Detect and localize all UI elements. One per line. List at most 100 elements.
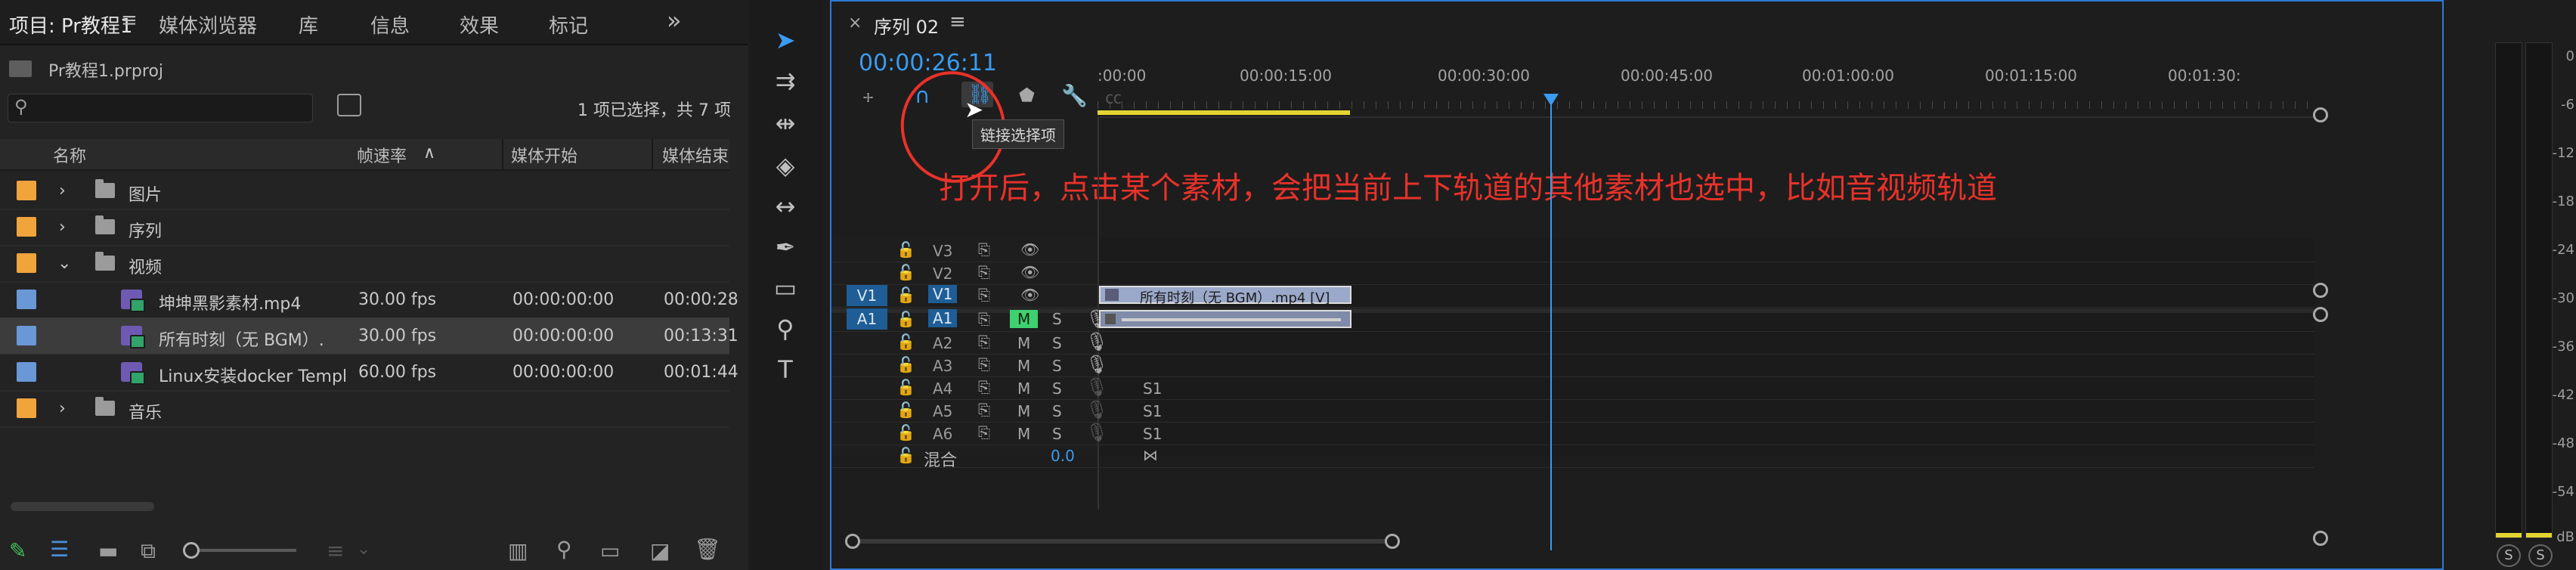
color-label[interactable]: [17, 253, 36, 273]
lock-icon[interactable]: 🔓: [896, 240, 915, 259]
track-name[interactable]: A3: [933, 357, 952, 375]
track-a6[interactable]: 🔓 A6 ⎘ M S 🎙 S1: [831, 422, 2314, 445]
mute-button[interactable]: M: [1010, 310, 1039, 328]
track-name[interactable]: A2: [933, 334, 952, 352]
sync-lock-icon[interactable]: ⎘: [978, 423, 990, 441]
timeline-zoom-bar[interactable]: [845, 534, 1400, 549]
new-item-icon[interactable]: ◪: [650, 538, 670, 563]
chevron-down-icon[interactable]: ⌄: [57, 254, 71, 273]
color-label[interactable]: [17, 181, 36, 200]
sync-lock-icon[interactable]: ⎘: [978, 310, 990, 328]
solo-button[interactable]: S: [1052, 379, 1062, 398]
tab-project[interactable]: 项目: Pr教程1: [9, 11, 132, 39]
pen-tool-icon[interactable]: ✒: [766, 233, 805, 268]
solo-button[interactable]: S: [1052, 310, 1062, 328]
playhead-line[interactable]: [1550, 104, 1552, 550]
mic-icon[interactable]: 🎙: [1085, 354, 1108, 375]
chevron-right-icon[interactable]: ›: [59, 399, 66, 418]
sync-lock-icon[interactable]: ⎘: [978, 401, 990, 419]
track-name[interactable]: V3: [933, 242, 952, 260]
search-input[interactable]: ⚲: [8, 94, 313, 122]
vertical-scroll-handle[interactable]: [2313, 283, 2328, 298]
add-marker-icon[interactable]: ⬟: [1019, 85, 1035, 106]
freeform-view-icon[interactable]: ⧉: [141, 538, 156, 564]
wrench-icon[interactable]: 🔧: [1061, 83, 1088, 108]
eye-icon[interactable]: 👁: [1020, 240, 1039, 259]
lock-icon[interactable]: 🔓: [896, 378, 915, 396]
time-ruler[interactable]: :00:00 00:00:15:00 00:00:30:00 00:00:45:…: [1098, 67, 2314, 118]
solo-button[interactable]: S: [1052, 425, 1062, 443]
track-a4[interactable]: 🔓 A4 ⎘ M S 🎙 S1: [831, 376, 2314, 400]
track-a2[interactable]: 🔓 A2 ⎘ M S 🎙: [831, 331, 2314, 355]
track-mix[interactable]: 🔓 混合 0.0 ⋈: [831, 445, 2314, 470]
track-v1[interactable]: V1 🔓 V1 ⎘ 👁 所有时刻（无 BGM）.mp4 [V]: [831, 284, 2314, 308]
track-name[interactable]: A6: [933, 425, 952, 443]
zoom-slider[interactable]: [183, 542, 296, 559]
color-label[interactable]: [17, 398, 36, 418]
eye-icon[interactable]: 👁: [1020, 263, 1039, 281]
lock-icon[interactable]: 🔓: [896, 263, 915, 281]
mute-button[interactable]: M: [1017, 357, 1030, 375]
zoom-bar-handle-left[interactable]: [845, 534, 860, 549]
track-name[interactable]: A4: [933, 379, 952, 398]
track-a1[interactable]: A1 🔓 A1 ⎘ M S 🎙: [831, 307, 2314, 332]
lock-icon[interactable]: 🔓: [896, 286, 915, 304]
mix-volume[interactable]: 0.0: [1051, 447, 1075, 465]
work-area-bar[interactable]: [1098, 110, 1350, 115]
track-name[interactable]: V1: [928, 285, 958, 303]
playhead-timecode[interactable]: 00:00:26:11: [859, 50, 997, 76]
lock-icon[interactable]: 🔓: [896, 446, 915, 464]
sequence-menu-icon[interactable]: ≡: [949, 11, 966, 33]
mic-icon[interactable]: 🎙: [1085, 422, 1108, 443]
lock-icon[interactable]: 🔓: [896, 401, 915, 419]
chevron-right-icon[interactable]: ›: [59, 218, 66, 237]
hand-tool-icon[interactable]: ⚲: [766, 314, 805, 349]
mic-icon[interactable]: 🎙: [1085, 376, 1108, 398]
track-name[interactable]: V2: [933, 265, 952, 283]
ripple-edit-tool-icon[interactable]: ⇹: [766, 109, 805, 144]
pencil-icon[interactable]: ✎: [9, 538, 26, 563]
mute-button[interactable]: M: [1017, 425, 1030, 443]
col-name[interactable]: 名称: [53, 143, 86, 167]
icon-view-icon[interactable]: ▬: [98, 538, 118, 563]
lock-icon[interactable]: 🔓: [896, 355, 915, 373]
solo-left-button[interactable]: S: [2497, 544, 2521, 567]
zoom-bar-handle-right[interactable]: [1385, 534, 1400, 549]
col-media-end[interactable]: 媒体结束: [662, 143, 729, 167]
panel-menu-icon[interactable]: ≡: [121, 9, 138, 32]
track-v3[interactable]: 🔓 V3 ⎘ 👁: [831, 239, 2314, 262]
sort-dropdown-icon[interactable]: ⌄: [357, 540, 370, 559]
new-bin-icon[interactable]: ▭: [600, 538, 620, 563]
source-patch-v1[interactable]: V1: [847, 285, 887, 306]
mute-button[interactable]: M: [1017, 402, 1030, 420]
new-search-bin-icon[interactable]: [337, 94, 361, 116]
list-item-folder[interactable]: › 序列: [0, 209, 729, 246]
sync-lock-icon[interactable]: ⎘: [978, 286, 990, 304]
tab-media-browser[interactable]: 媒体浏览器: [159, 11, 257, 39]
vertical-scroll-handle[interactable]: [2313, 107, 2328, 122]
lock-icon[interactable]: 🔓: [896, 310, 915, 328]
mic-icon[interactable]: 🎙: [1085, 399, 1108, 420]
overflow-icon[interactable]: »: [667, 6, 682, 35]
sync-lock-icon[interactable]: ⎘: [978, 355, 990, 373]
track-name[interactable]: A1: [928, 309, 958, 327]
color-label[interactable]: [17, 217, 36, 237]
track-a3[interactable]: 🔓 A3 ⎘ M S 🎙: [831, 354, 2314, 377]
solo-button[interactable]: S: [1052, 402, 1062, 420]
tab-markers[interactable]: 标记: [549, 11, 588, 39]
list-item-folder[interactable]: ⌄ 视频: [0, 245, 729, 283]
solo-button[interactable]: S: [1052, 334, 1062, 352]
mute-button[interactable]: M: [1017, 379, 1030, 398]
zoom-slider-handle[interactable]: [183, 542, 200, 559]
list-view-icon[interactable]: ☰: [50, 537, 69, 562]
track-v2[interactable]: 🔓 V2 ⎘ 👁: [831, 262, 2314, 285]
tab-effects[interactable]: 效果: [460, 11, 499, 39]
video-clip[interactable]: 所有时刻（无 BGM）.mp4 [V]: [1099, 286, 1351, 306]
close-tab-icon[interactable]: ×: [848, 14, 862, 33]
list-item-clip[interactable]: Linux安装docker Templ 60.00 fps 00:00:00:0…: [0, 354, 738, 392]
audio-clip[interactable]: [1099, 310, 1351, 328]
list-item-folder[interactable]: › 音乐: [0, 390, 729, 428]
automate-to-sequence-icon[interactable]: ▥: [508, 538, 528, 563]
color-label[interactable]: [17, 326, 36, 345]
list-item-folder[interactable]: › 图片: [0, 172, 729, 210]
